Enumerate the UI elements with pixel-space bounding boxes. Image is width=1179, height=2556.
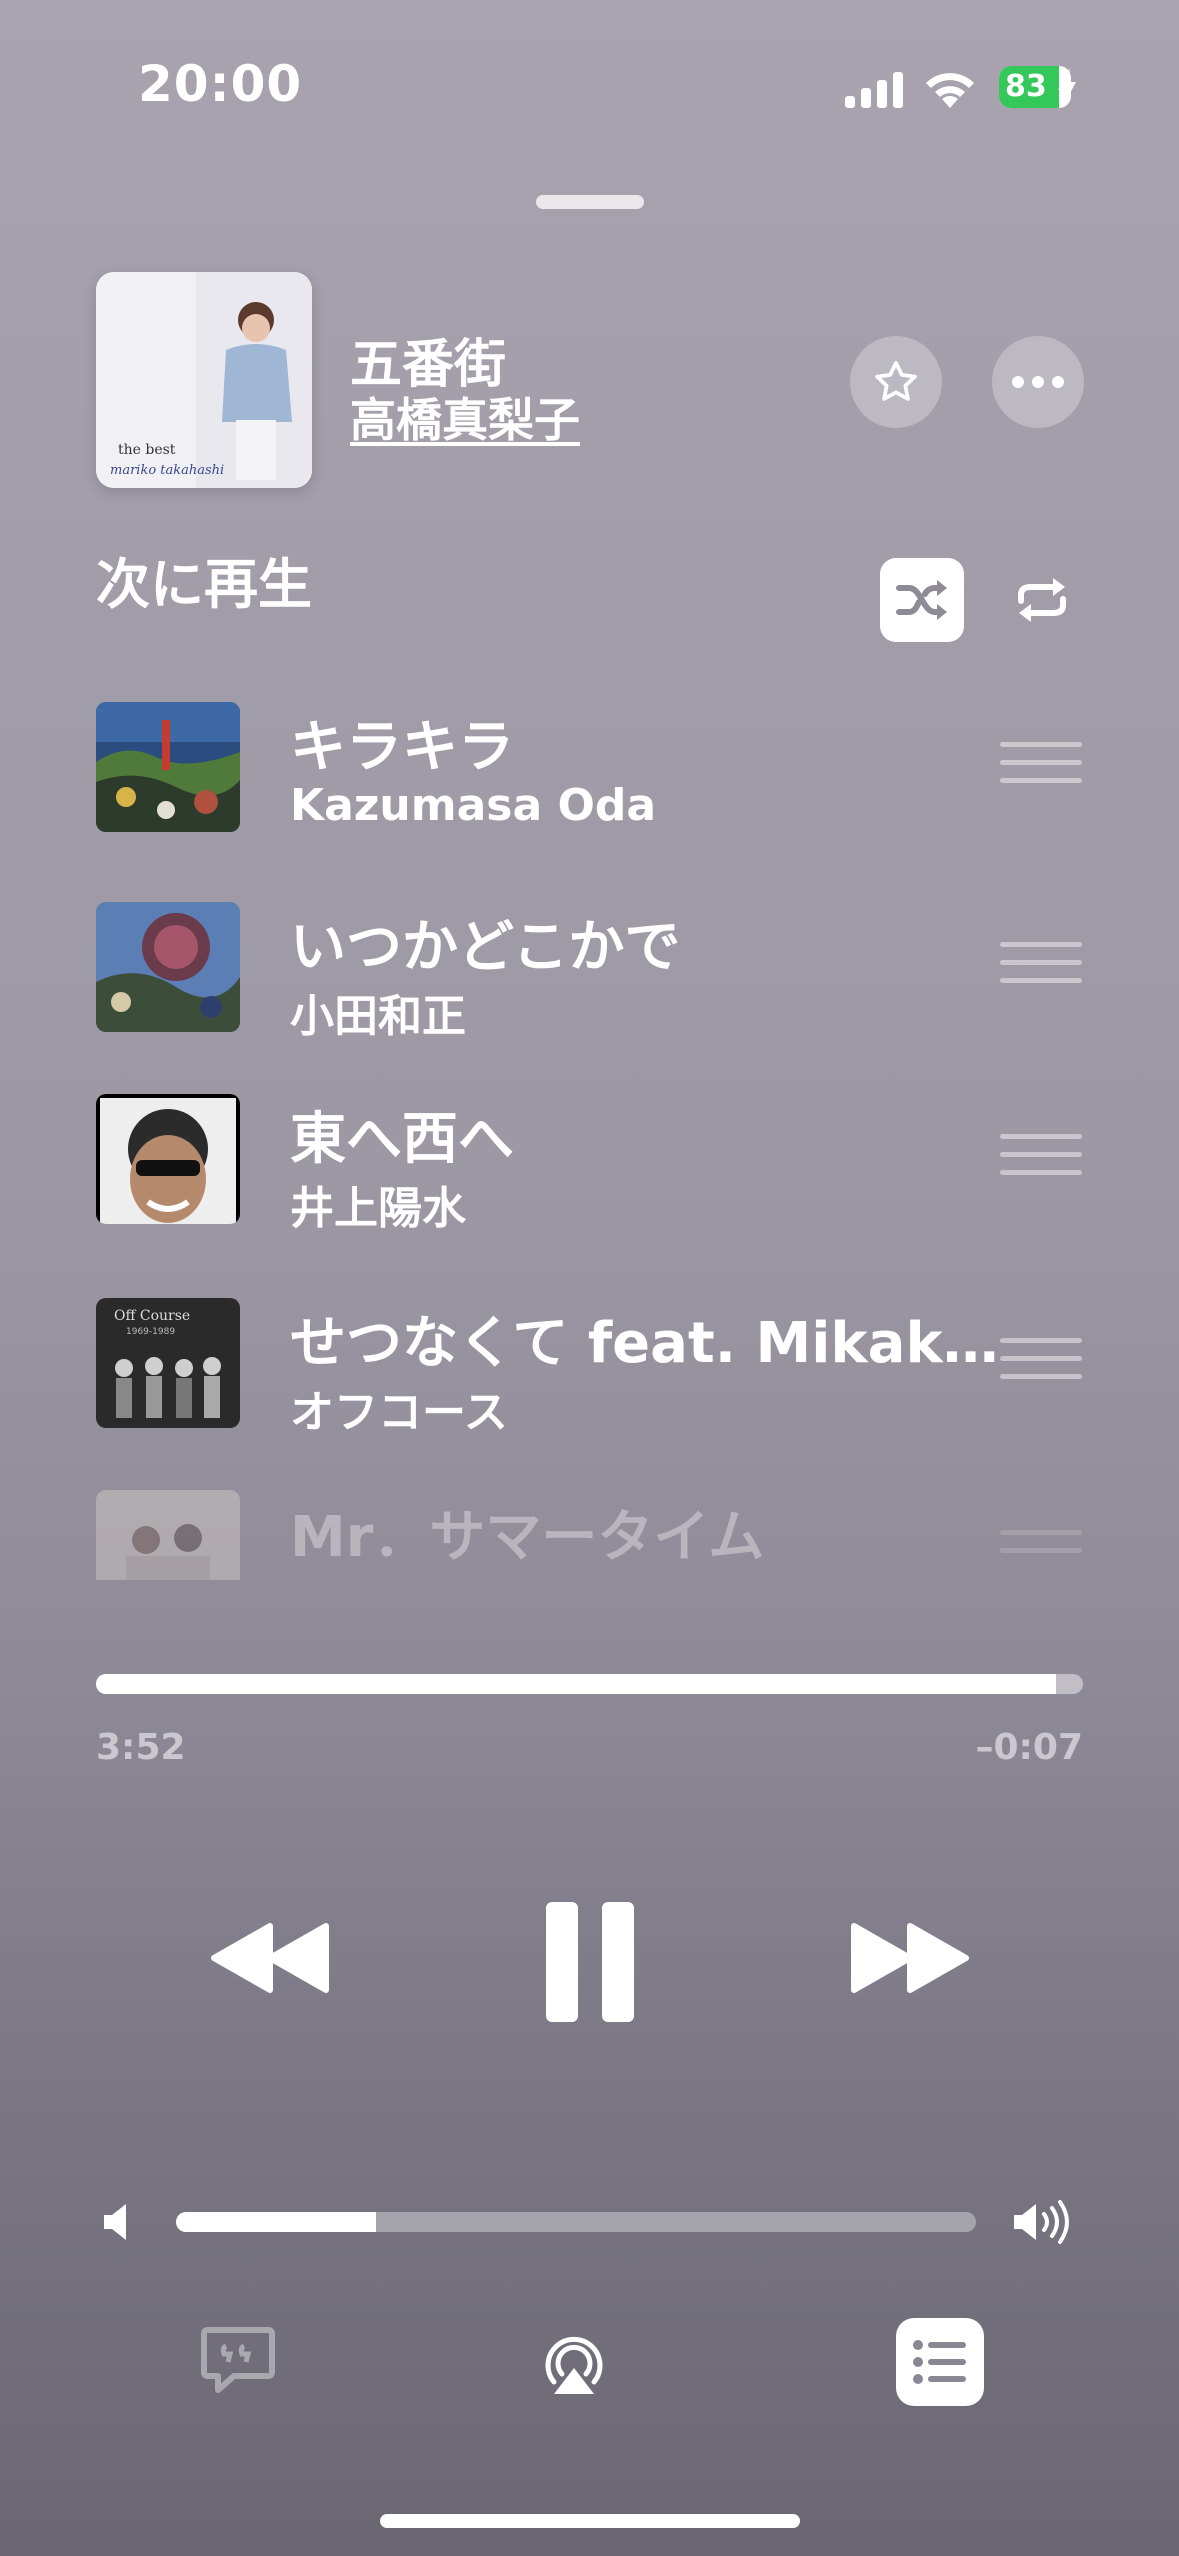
lyrics-button[interactable] [200,2326,276,2396]
repeat-button[interactable] [1000,558,1084,642]
track-title: 東へ西へ [290,1107,514,1172]
track-artist: Kazumasa Oda [290,780,657,831]
volume-slider[interactable] [176,2212,976,2232]
next-track-button[interactable] [850,1922,970,1994]
track-title: Mr．サマータイム [290,1505,765,1570]
album-artwork [96,902,240,1032]
now-playing-artwork: the best mariko takahashi [96,272,312,488]
reorder-handle-icon[interactable] [1000,1530,1082,1566]
shuffle-button[interactable] [880,558,964,642]
svg-text:Off Course: Off Course [114,1308,190,1324]
cellular-signal-icon [845,72,903,108]
sheet-grabber[interactable] [536,195,644,209]
track-title: いつかどこかで [290,915,681,980]
remaining-time: –0:07 [975,1727,1083,1768]
album-artwork [96,1094,240,1224]
favorite-button[interactable] [850,336,942,428]
reorder-handle-icon[interactable] [1000,942,1082,996]
repeat-icon [1018,578,1066,622]
battery-percentage: 83 [1005,69,1047,104]
reorder-handle-icon[interactable] [1000,1338,1082,1392]
track-title: キラキラ [290,715,514,780]
shuffle-icon [896,580,947,620]
album-artwork [96,1490,240,1580]
ellipsis-icon [1012,376,1064,388]
reorder-handle-icon[interactable] [1000,742,1082,796]
album-artwork [96,702,240,832]
album-artwork: Off Course 1969-1989 [96,1298,240,1428]
svg-text:mariko takahashi: mariko takahashi [110,463,224,478]
queue-row[interactable]: 東へ西へ 井上陽水 [0,1094,1179,1244]
airplay-button[interactable] [540,2332,608,2396]
pause-button[interactable] [544,1900,636,2024]
up-next-heading: 次に再生 [96,553,312,616]
queue-row[interactable]: Off Course 1969-1989 せつなくて feat. Mikak… … [0,1298,1179,1448]
previous-track-button[interactable] [210,1922,330,1994]
queue-row[interactable]: Mr．サマータイム [0,1490,1179,1580]
track-artist: 小田和正 [290,991,466,1042]
track-artist: 井上陽水 [290,1183,466,1234]
svg-text:the best: the best [118,442,176,458]
status-time: 20:00 [138,55,303,113]
wifi-icon [926,73,974,108]
star-icon [875,360,917,401]
more-options-button[interactable] [992,336,1084,428]
playback-progress-bar[interactable] [96,1674,1083,1694]
queue-row[interactable]: キラキラ Kazumasa Oda [0,702,1179,852]
track-artist: オフコース [290,1387,508,1438]
now-playing-artist-link[interactable]: 高橋真梨子 [350,384,580,450]
home-indicator[interactable] [380,2514,800,2528]
charging-bolt-icon [1058,68,1076,106]
list-icon [913,2340,966,2384]
svg-text:1969-1989: 1969-1989 [126,1327,175,1337]
queue-button[interactable] [896,2318,984,2406]
volume-high-icon [1014,2200,1069,2244]
track-title: せつなくて feat. Mikak… [290,1311,999,1376]
volume-low-icon [104,2204,126,2240]
reorder-handle-icon[interactable] [1000,1134,1082,1188]
elapsed-time: 3:52 [96,1727,186,1768]
queue-row[interactable]: いつかどこかで 小田和正 [0,902,1179,1052]
